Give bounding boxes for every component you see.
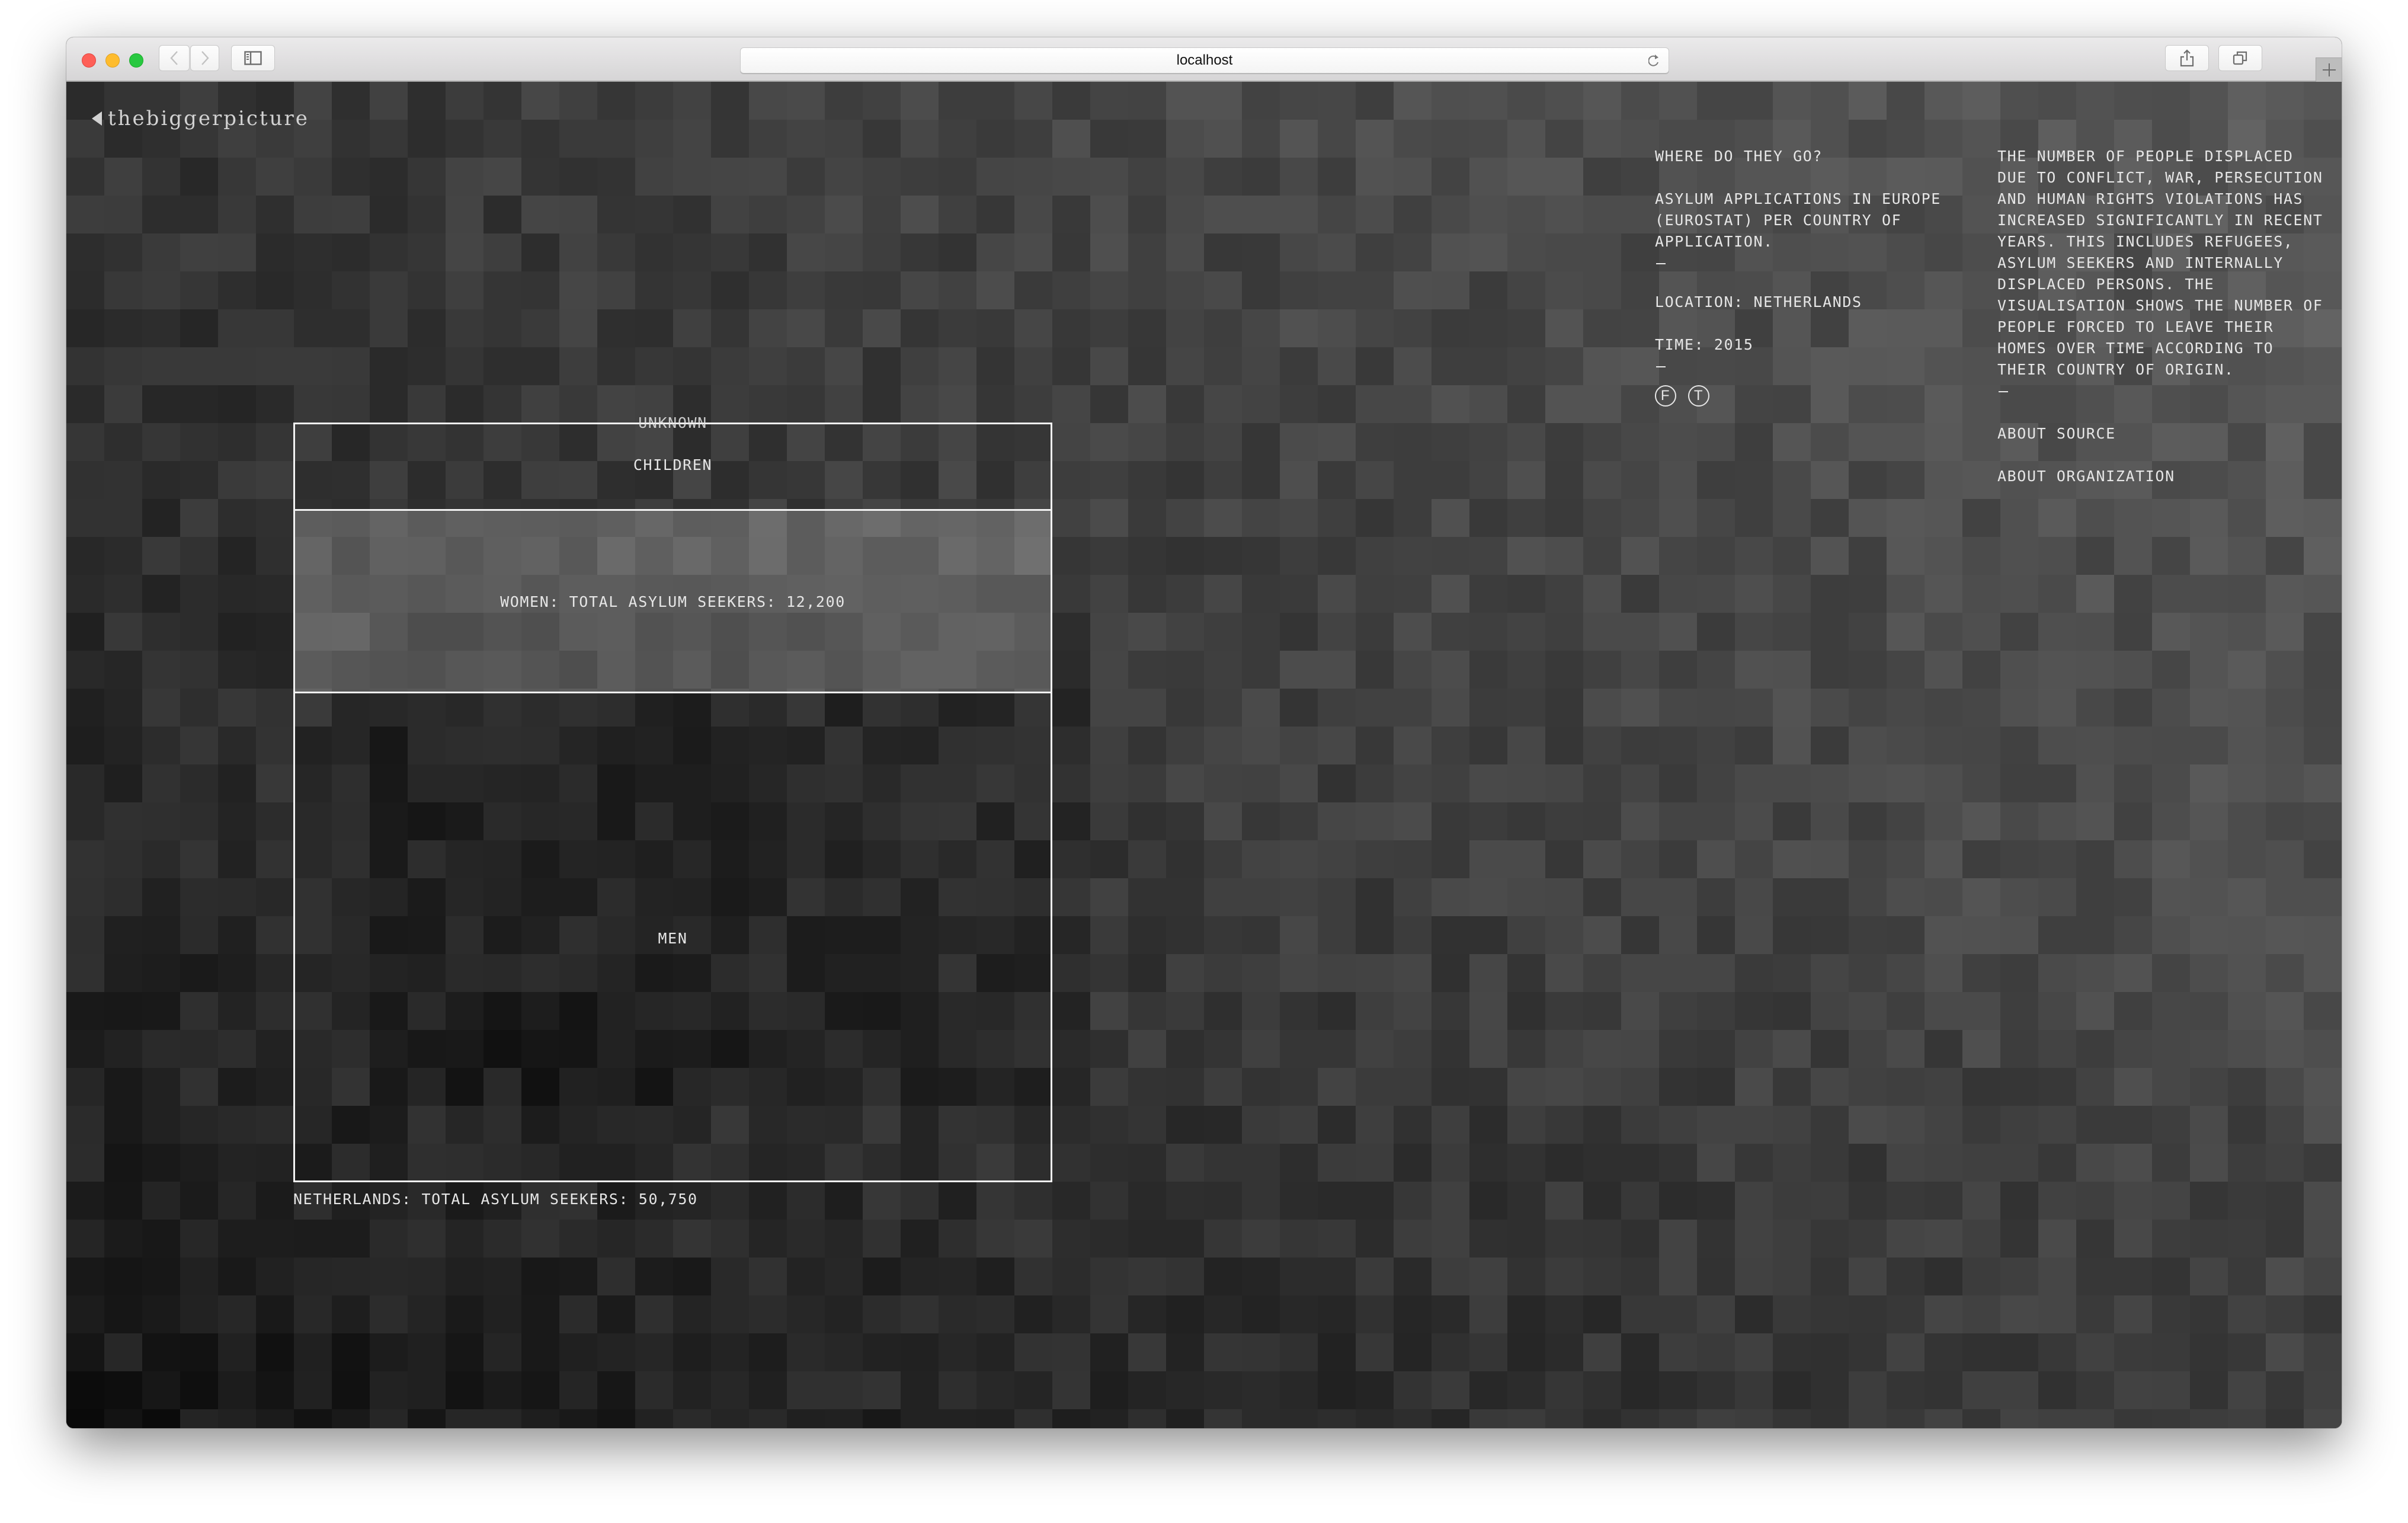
about-panel: THE NUMBER OF PEOPLE DISPLACED DUE TO CO… <box>1997 146 2329 487</box>
segment-label-children: CHILDREN <box>633 456 713 473</box>
url-text: localhost <box>1176 52 1233 68</box>
browser-window: localhost thebiggerpicture UNKNOWN CHILD… <box>66 37 2342 1428</box>
back-triangle-icon <box>92 111 102 126</box>
time-value: 2015 <box>1714 336 1754 353</box>
about-source-link[interactable]: ABOUT SOURCE <box>1997 423 2329 444</box>
minimize-window-button[interactable] <box>105 53 120 68</box>
address-bar[interactable]: localhost <box>740 47 1669 73</box>
forward-button[interactable] <box>190 45 219 71</box>
about-text: THE NUMBER OF PEOPLE DISPLACED DUE TO CO… <box>1997 148 2323 378</box>
info-heading: WHERE DO THEY GO? <box>1655 148 1823 165</box>
sidebar-icon <box>244 51 262 65</box>
segment-label-men: MEN <box>658 930 688 947</box>
share-button[interactable] <box>2165 45 2209 71</box>
browser-toolbar: localhost <box>66 37 2342 82</box>
location-value: NETHERLANDS <box>1753 293 1862 311</box>
location-label: LOCATION: <box>1655 293 1744 311</box>
zoom-window-button[interactable] <box>129 53 143 68</box>
chevron-left-icon <box>170 51 178 65</box>
separator-dash <box>1655 252 1666 274</box>
home-logo-link[interactable]: thebiggerpicture <box>92 107 309 130</box>
tabs-overview-icon <box>2233 51 2247 65</box>
time-label: TIME: <box>1655 336 1705 353</box>
twitter-icon[interactable]: t <box>1688 385 1709 407</box>
sidebar-toggle-button[interactable] <box>231 45 275 71</box>
social-share: f t <box>1655 385 1987 407</box>
facebook-icon[interactable]: f <box>1655 385 1676 407</box>
segment-label-women: WOMEN: TOTAL ASYLUM SEEKERS: 12,200 <box>500 593 846 610</box>
asylum-seekers-breakdown-chart: UNKNOWN CHILDREN WOMEN: TOTAL ASYLUM SEE… <box>293 414 1052 1182</box>
country-total-label: NETHERLANDS: TOTAL ASYLUM SEEKERS: 50,75… <box>293 1191 698 1208</box>
info-description: ASYLUM APPLICATIONS IN EUROPE (EUROSTAT)… <box>1655 190 1941 250</box>
location-line: LOCATION: NETHERLANDS <box>1655 292 1987 313</box>
chevron-right-icon <box>201 51 209 65</box>
show-tabs-button[interactable] <box>2218 45 2262 71</box>
plus-icon <box>2322 63 2336 76</box>
segment-children-unknown[interactable]: UNKNOWN CHILDREN <box>293 414 1052 511</box>
separator-dash <box>1997 380 2008 402</box>
segment-women[interactable]: WOMEN: TOTAL ASYLUM SEEKERS: 12,200 <box>293 509 1052 693</box>
logo-text: thebiggerpicture <box>108 107 309 130</box>
page-content: thebiggerpicture UNKNOWN CHILDREN WOMEN:… <box>66 82 2342 1428</box>
separator-dash <box>1655 356 1666 377</box>
info-panel: WHERE DO THEY GO? ASYLUM APPLICATIONS IN… <box>1655 146 1987 407</box>
time-line: TIME: 2015 <box>1655 334 1987 356</box>
segment-label-unknown: UNKNOWN <box>638 414 707 431</box>
close-window-button[interactable] <box>82 53 96 68</box>
reload-icon[interactable] <box>1648 53 1660 69</box>
back-button[interactable] <box>159 45 190 71</box>
share-icon <box>2180 49 2194 67</box>
segment-men[interactable]: MEN <box>293 692 1052 1182</box>
about-organization-link[interactable]: ABOUT ORGANIZATION <box>1997 466 2329 487</box>
new-tab-button[interactable] <box>2316 57 2342 82</box>
